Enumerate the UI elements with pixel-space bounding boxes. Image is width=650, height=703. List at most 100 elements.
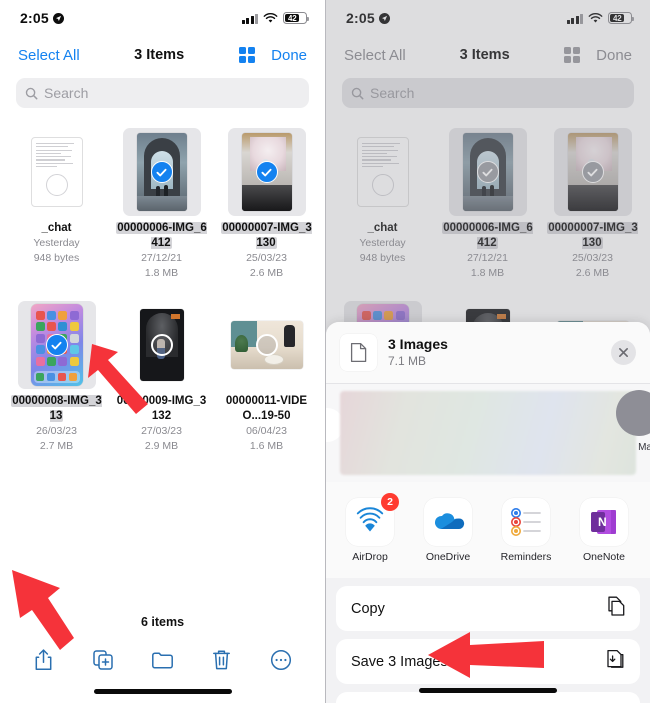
selection-check-icon[interactable] (150, 161, 173, 183)
share-actions-list: Copy Save 3 Images (326, 578, 650, 703)
onedrive-icon (424, 497, 472, 546)
folder-icon[interactable] (147, 645, 177, 675)
selection-circle-unchecked (371, 174, 394, 196)
action-save-images[interactable]: Save 3 Images (336, 639, 640, 684)
trash-icon[interactable] (207, 645, 237, 675)
file-cell[interactable]: 00000007-IMG_3130 25/03/23 2.6 MB (540, 122, 645, 281)
file-thumbnail[interactable] (230, 301, 303, 389)
file-name: 00000007-IMG_3130 (547, 222, 638, 249)
selection-check-icon[interactable] (255, 161, 278, 183)
file-thumbnail[interactable] (347, 128, 419, 216)
file-cell[interactable]: 00000008-IMG_313 26/03/23 2.7 MB (4, 295, 109, 454)
wifi-icon (588, 12, 603, 23)
share-app-label: OneNote (582, 550, 626, 563)
selection-circle-unchecked[interactable] (150, 334, 173, 356)
status-bar: 2:05 42 (0, 0, 325, 36)
share-apps-row[interactable]: 2 AirDrop OneDrive Reminders N OneNote (326, 482, 650, 578)
bottom-toolbar (0, 645, 325, 675)
share-app-onedrive[interactable]: OneDrive (420, 497, 476, 563)
share-app-label: AirDrop (352, 550, 388, 563)
airdrop-badge: 2 (381, 492, 399, 511)
search-input[interactable]: Search (342, 78, 634, 108)
share-icon[interactable] (29, 645, 59, 675)
share-preview-carousel[interactable]: Ma (326, 384, 650, 482)
item-count-label: 6 items (140, 615, 185, 629)
selection-circle-unchecked[interactable] (255, 334, 278, 356)
share-app-onenote[interactable]: N OneNote (576, 497, 632, 563)
file-thumbnail[interactable] (553, 128, 632, 216)
reminders-icon (502, 497, 550, 546)
selection-circle-unchecked (45, 174, 68, 196)
file-name: 00000011-VIDEO...19-50 (225, 395, 308, 422)
search-icon (351, 87, 364, 99)
grid-view-icon[interactable] (238, 46, 256, 64)
page-title: 3 Items (459, 47, 510, 63)
selection-check-icon[interactable] (45, 334, 68, 356)
share-app-label: OneDrive (425, 550, 471, 563)
file-size: 1.6 MB (249, 440, 284, 452)
file-name: 00000006-IMG_6412 (116, 222, 207, 249)
file-cell[interactable]: 00000007-IMG_3130 25/03/23 2.6 MB (214, 122, 319, 281)
status-bar: 2:05 42 (326, 0, 650, 36)
grid-view-icon[interactable] (563, 46, 581, 64)
status-time: 2:05 (346, 10, 375, 26)
action-label: Copy (351, 600, 385, 617)
cellular-bars-icon (566, 13, 583, 24)
location-arrow-icon (378, 12, 390, 24)
location-arrow-icon (52, 12, 64, 24)
nav-right-group: Done (563, 46, 632, 64)
selection-check-icon[interactable] (476, 161, 499, 183)
share-app-reminders[interactable]: Reminders (498, 497, 554, 563)
file-thumbnail[interactable] (227, 128, 306, 216)
preview-image (340, 391, 636, 475)
share-sheet-titles: 3 Images 7.1 MB (388, 336, 600, 369)
file-thumbnail[interactable] (17, 301, 96, 389)
done-button[interactable]: Done (271, 47, 307, 64)
file-size: 2.6 MB (249, 267, 284, 279)
file-size: 2.9 MB (144, 440, 179, 452)
search-input[interactable]: Search (16, 78, 309, 108)
file-cell[interactable]: _chat Yesterday 948 bytes (330, 122, 435, 281)
file-name: 00000006-IMG_6412 (442, 222, 533, 249)
dual-screenshot-container: 2:05 42 Select All 3 Items Done Search _… (0, 0, 650, 703)
done-button[interactable]: Done (596, 47, 632, 64)
search-bar-wrapper: Search (326, 74, 650, 116)
file-date: Yesterday (33, 237, 80, 249)
home-indicator (419, 688, 557, 693)
nav-bar: Select All 3 Items Done (326, 36, 650, 74)
action-copy[interactable]: Copy (336, 586, 640, 631)
share-app-airdrop[interactable]: 2 AirDrop (342, 492, 399, 563)
file-thumbnail[interactable] (126, 301, 198, 389)
select-all-button[interactable]: Select All (18, 47, 80, 64)
file-name: 00000008-IMG_313 (11, 395, 102, 422)
battery-icon: 42 (608, 12, 634, 24)
action-print[interactable]: Print (336, 692, 640, 703)
onenote-icon: N (580, 497, 628, 546)
file-cell[interactable]: 00000006-IMG_6412 27/12/21 1.8 MB (109, 122, 214, 281)
file-size: 2.6 MB (575, 267, 610, 279)
file-thumbnail[interactable] (21, 128, 93, 216)
more-icon[interactable] (266, 645, 296, 675)
file-date: Yesterday (359, 237, 406, 249)
file-date: 27/12/21 (467, 252, 508, 264)
search-placeholder: Search (370, 85, 415, 101)
select-all-button[interactable]: Select All (344, 47, 406, 64)
duplicate-icon[interactable] (88, 645, 118, 675)
file-date: 25/03/23 (572, 252, 613, 264)
search-bar-wrapper: Search (0, 74, 325, 116)
status-time: 2:05 (20, 10, 49, 26)
file-cell[interactable]: 00000009-IMG_3132 27/03/23 2.9 MB (109, 295, 214, 454)
file-size: 948 bytes (33, 252, 80, 264)
home-indicator (93, 689, 232, 694)
file-cell[interactable]: 00000011-VIDEO...19-50 06/04/23 1.6 MB (214, 295, 319, 454)
file-thumbnail[interactable] (448, 128, 527, 216)
file-cell[interactable]: 00000006-IMG_6412 27/12/21 1.8 MB (435, 122, 540, 281)
status-indicators: 42 (241, 12, 309, 24)
page-title: 3 Items (134, 47, 185, 63)
close-icon[interactable] (611, 340, 636, 365)
battery-icon: 42 (283, 12, 309, 24)
file-cell[interactable]: _chat Yesterday 948 bytes (4, 122, 109, 281)
selection-check-icon[interactable] (581, 161, 604, 183)
file-thumbnail[interactable] (122, 128, 201, 216)
file-date: 06/04/23 (246, 425, 287, 437)
